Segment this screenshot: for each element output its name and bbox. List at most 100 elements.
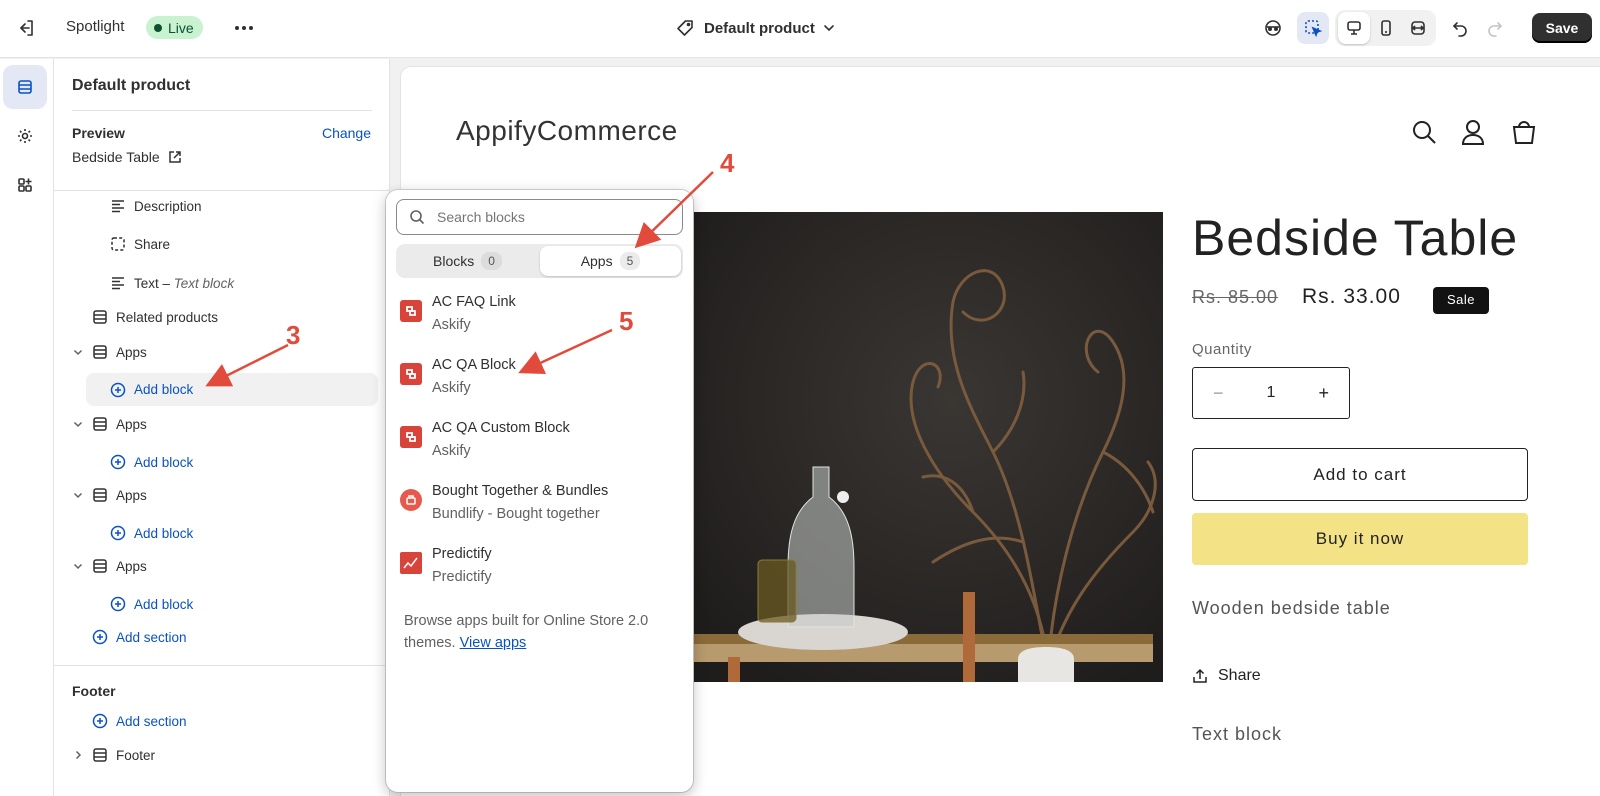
more-actions-button[interactable] xyxy=(228,12,260,44)
exit-button[interactable] xyxy=(10,12,42,44)
tree-item-footer[interactable]: Footer xyxy=(54,738,390,772)
add-block-button-1[interactable]: Add block xyxy=(86,373,378,406)
account-icon[interactable] xyxy=(1461,119,1485,145)
tree-item-label: Share xyxy=(134,236,171,252)
app-embeds-button[interactable] xyxy=(3,163,47,207)
sidekick-icon xyxy=(1265,20,1281,36)
exit-icon xyxy=(20,20,33,36)
increase-quantity-button[interactable]: + xyxy=(1318,383,1329,404)
app-block-name: AC QA Custom Block xyxy=(432,420,570,436)
external-link-icon xyxy=(168,151,181,163)
plus-circle-icon xyxy=(110,525,126,541)
tree-item-related-products[interactable]: Related products xyxy=(54,300,390,334)
search-blocks-input[interactable] xyxy=(437,209,667,225)
app-block-name: AC FAQ Link xyxy=(432,294,516,310)
quantity-value[interactable]: 1 xyxy=(1267,384,1276,402)
tree-item-text[interactable]: Text – Text block xyxy=(54,266,390,300)
add-block-label: Add block xyxy=(134,525,194,541)
tab-count: 5 xyxy=(619,252,641,270)
mobile-icon xyxy=(1381,20,1391,36)
footer-add-section-button[interactable]: Add section xyxy=(54,704,390,738)
undo-button[interactable] xyxy=(1444,12,1476,44)
inspector-button[interactable] xyxy=(1297,12,1329,44)
full-width-icon xyxy=(1411,21,1425,35)
tree-item-description[interactable]: Description xyxy=(54,189,390,223)
tree-item-apps-2[interactable]: Apps xyxy=(54,407,390,441)
add-block-button-4[interactable]: Add block xyxy=(54,587,390,621)
divider xyxy=(54,665,390,666)
add-block-label: Add block xyxy=(134,454,194,470)
divider xyxy=(72,110,372,111)
app-block-item[interactable]: Bought Together & Bundles Bundlify - Bou… xyxy=(386,479,693,539)
askify-logo-icon xyxy=(400,363,422,385)
app-block-item[interactable]: Predictify Predictify xyxy=(386,542,693,602)
sections-button[interactable] xyxy=(3,65,47,109)
template-label: Default product xyxy=(704,19,815,37)
bundlify-logo-icon xyxy=(400,489,422,511)
tab-label: Apps xyxy=(580,253,613,269)
compare-price: Rs. 85.00 xyxy=(1192,287,1279,307)
add-section-label: Add section xyxy=(116,713,187,729)
theme-settings-button[interactable] xyxy=(3,114,47,158)
annotation-label-4: 4 xyxy=(720,148,735,178)
tab-apps[interactable]: Apps 5 xyxy=(540,246,681,276)
change-preview-link[interactable]: Change xyxy=(322,125,371,141)
plus-circle-icon xyxy=(92,713,108,729)
text-align-icon xyxy=(112,277,124,290)
share-button[interactable]: Share xyxy=(1192,667,1261,685)
desktop-view-button[interactable] xyxy=(1338,12,1370,44)
template-selector[interactable]: Default product xyxy=(676,14,835,42)
tree-item-label: Apps xyxy=(116,344,147,360)
add-section-label: Add section xyxy=(116,629,187,645)
share-icon xyxy=(1193,668,1207,683)
product-title: Bedside Table xyxy=(1192,210,1519,266)
app-block-name: AC QA Block xyxy=(432,357,516,373)
tree-item-sublabel: Text block xyxy=(173,275,235,291)
app-block-item[interactable]: AC QA Custom Block Askify xyxy=(386,416,693,476)
tree-item-apps-1[interactable]: Apps xyxy=(54,335,390,369)
save-button[interactable]: Save xyxy=(1532,13,1592,43)
search-icon xyxy=(410,210,425,225)
askify-logo-icon xyxy=(400,300,422,322)
store-logo[interactable]: AppifyCommerce xyxy=(456,115,678,147)
mobile-view-button[interactable] xyxy=(1370,12,1402,44)
app-block-item[interactable]: AC FAQ Link Askify xyxy=(386,290,693,350)
buy-now-button[interactable]: Buy it now xyxy=(1192,513,1528,565)
section-icon xyxy=(93,748,107,762)
theme-name: Spotlight xyxy=(66,18,125,35)
section-icon xyxy=(93,488,107,502)
tab-blocks[interactable]: Blocks 0 xyxy=(398,246,537,276)
redo-button[interactable] xyxy=(1479,12,1511,44)
live-dot-icon xyxy=(154,23,162,32)
predictify-logo-icon xyxy=(400,552,422,574)
chevron-down-icon xyxy=(73,563,83,570)
tree-item-apps-3[interactable]: Apps xyxy=(54,478,390,512)
app-block-item[interactable]: AC QA Block Askify xyxy=(386,353,693,413)
tree-item-share[interactable]: Share xyxy=(54,227,390,261)
preview-product-link[interactable]: Bedside Table xyxy=(72,149,182,165)
save-label: Save xyxy=(1545,20,1579,36)
search-icon[interactable] xyxy=(1411,119,1437,145)
app-vendor: Predictify xyxy=(432,569,492,585)
chevron-down-icon xyxy=(73,492,83,499)
add-section-button[interactable]: Add section xyxy=(54,620,390,654)
cart-icon[interactable] xyxy=(1511,119,1537,145)
product-description: Wooden bedside table xyxy=(1192,598,1391,618)
sale-price: Rs. 33.00 xyxy=(1302,285,1401,308)
text-block: Text block xyxy=(1192,724,1283,744)
tree-item-apps-4[interactable]: Apps xyxy=(54,549,390,583)
sections-panel: Default product Preview Change Bedside T… xyxy=(54,59,390,796)
add-to-cart-button[interactable]: Add to cart xyxy=(1192,448,1528,501)
view-apps-link[interactable]: View apps xyxy=(460,635,527,651)
product-image xyxy=(693,212,1163,682)
search-blocks-field[interactable] xyxy=(396,199,683,235)
dashed-square-icon xyxy=(111,237,125,251)
ai-assistant-button[interactable] xyxy=(1257,12,1289,44)
tree-item-separator: – xyxy=(158,275,174,291)
add-block-button-2[interactable]: Add block xyxy=(54,445,390,479)
quantity-label: Quantity xyxy=(1192,341,1252,358)
add-block-button-3[interactable]: Add block xyxy=(54,516,390,550)
decrease-quantity-button[interactable]: − xyxy=(1213,383,1224,404)
gear-icon xyxy=(18,129,32,143)
fullscreen-view-button[interactable] xyxy=(1402,12,1434,44)
